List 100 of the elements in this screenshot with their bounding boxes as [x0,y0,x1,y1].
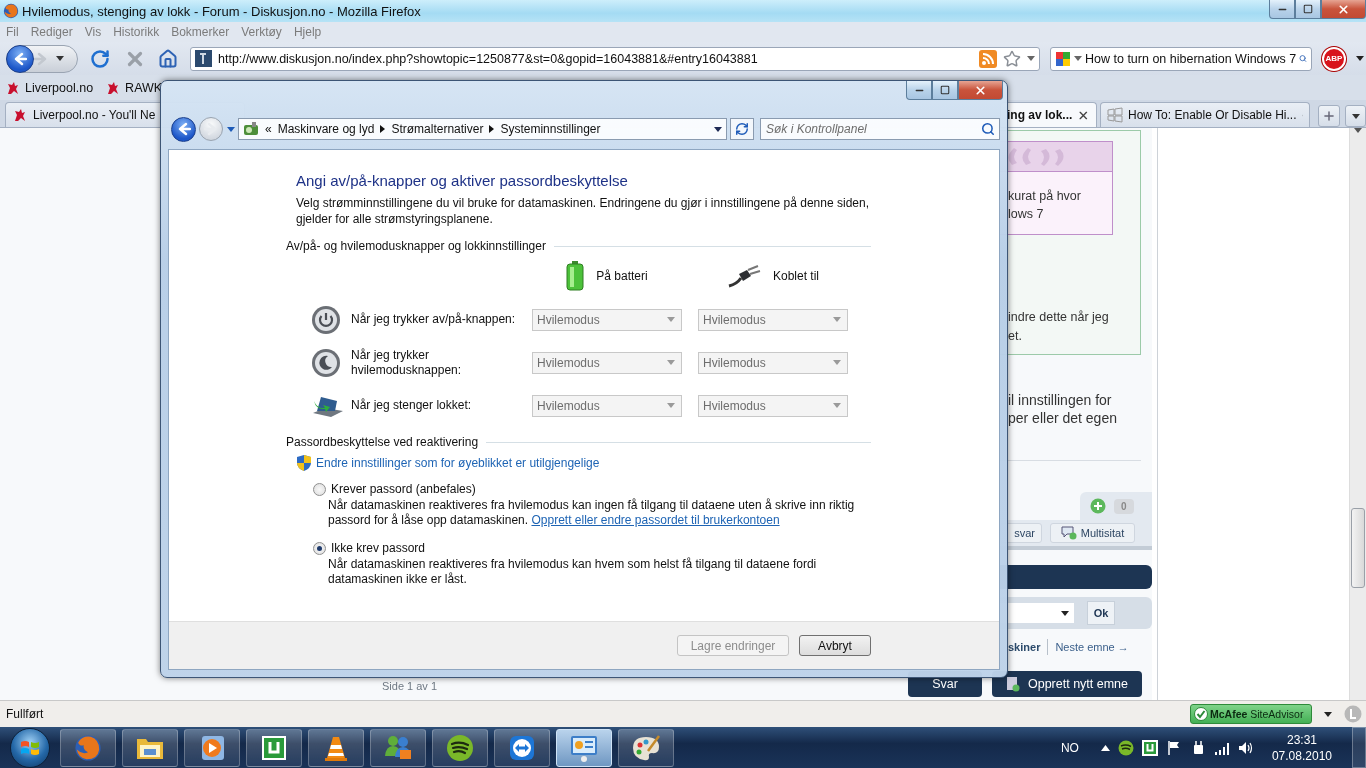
tab-list-button[interactable] [1345,105,1366,127]
menu-item[interactable]: Historikk [113,25,160,39]
back-arrow-icon [13,51,27,66]
document-plus-icon [1005,676,1020,692]
close-button[interactable] [958,81,1003,100]
window-icon [1107,107,1123,123]
browser-tab[interactable]: How To: Enable Or Disable Hi... [1100,102,1310,127]
restore-icon [1303,4,1313,14]
search-engine-icon [1055,50,1071,67]
search-field[interactable]: Søk i Kontrollpanel [760,118,1000,140]
clock[interactable]: 23:31 07.08.2010 [1271,731,1332,764]
caret-icon [833,360,841,365]
menu-item[interactable]: Bokmerker [171,25,230,39]
caret-icon [1074,56,1082,61]
section-heading: Passordbeskyttelse ved reaktivering [286,435,479,449]
new-tab-button[interactable] [1318,105,1340,127]
home-icon [158,48,178,69]
taskbar-button[interactable] [556,728,612,767]
address-field[interactable]: http://www.diskusjon.no/index.php?showtopic=1250877&st=0&gopid=16043881&#entry16043881 [190,46,1040,71]
maximize-button[interactable] [932,81,958,100]
status-text: Fullført [6,707,44,721]
section-heading: Av/på- og hvilemodusknapper og lokkinnstillinger [286,239,546,253]
square-logo-icon[interactable] [1141,739,1158,756]
breadcrumb-item[interactable]: Strømalternativer [391,122,484,136]
ok-button[interactable]: Ok [1087,601,1115,625]
menu-item[interactable]: Fil [6,25,19,39]
power-icon [311,304,341,335]
menu-item[interactable]: Rediger [30,25,73,39]
palette-icon [631,733,661,762]
close-button[interactable] [1321,0,1366,19]
breadcrumb-item[interactable]: Maskinvare og lyd [277,122,375,136]
site-rating-badge[interactable]: McAfee SiteAdvisor [1190,704,1312,724]
minimize-button[interactable] [1269,0,1295,19]
breadcrumb-item[interactable]: Systeminnstillinger [500,122,601,136]
caret-icon [1324,711,1332,717]
page-heading: Angi av/på-knapper og aktiver passordbeskyttelse [295,172,629,189]
radio-button[interactable] [313,541,326,555]
menu-item[interactable]: Verktøy [241,25,282,39]
arrows-icon [508,733,536,762]
setting-label: Når jeg trykker hvilemodusknappen: [351,347,463,378]
globe-icon [74,733,102,762]
multiquote-button[interactable]: Multisitat [1050,523,1135,543]
scrollbar[interactable] [1349,128,1366,700]
vote-count: 0 [1114,498,1134,514]
caret-icon [1356,56,1364,61]
clock-date: 07.08.2010 [1271,747,1332,764]
page-info: Side 1 av 1 [382,680,439,692]
chevron-icon [489,125,495,133]
post-text: et. [1007,328,1023,345]
bookmark-link[interactable]: Liverpool.no [5,79,94,96]
minimize-button[interactable] [906,81,932,100]
back-button[interactable] [6,44,34,73]
reload-button[interactable] [90,48,110,69]
radio-option[interactable]: Ikke krev passord [313,541,871,555]
caret-icon [667,317,675,322]
chevron-up-icon[interactable] [1100,744,1110,751]
waves-icon [446,733,474,762]
settings-link[interactable]: Endre innstillinger som for øyeblikket er utilgjengelige [286,455,871,471]
language-indicator[interactable]: NO [1060,740,1079,755]
ad-block-button[interactable]: ABP [1322,46,1346,71]
maximize-button[interactable] [1295,0,1321,19]
flag-icon[interactable] [1165,739,1182,756]
menu-item[interactable]: Vis [84,25,102,39]
panel-icon [569,733,599,762]
start-button[interactable] [10,727,50,768]
search-field[interactable]: How to turn on hibernation Windows 7 [1050,46,1312,71]
account-password-link[interactable]: Opprett eller endre passordet til brukerkontoen [531,513,780,527]
scroll-thumb[interactable] [1351,508,1365,588]
caret-icon [1027,56,1035,61]
new-topic-button[interactable]: Opprett nytt emne [992,671,1142,697]
option-description: Når datamaskinen reaktiveres fra hvilemodus kan ingen få tilgang til dataene uten å skrive inn riktig passord for å låse opp datamaskinen. Opprett eller endre passordet til brukerkontoen [328,498,856,528]
plug-icon [727,264,761,288]
cancel-button[interactable]: Avbryt [799,635,871,656]
caret-icon [833,317,841,322]
back-button[interactable] [171,116,196,142]
overflow-mark: « [265,122,272,136]
waves-icon[interactable] [1117,739,1134,756]
square-logo-icon [261,734,287,761]
caret-icon [1351,113,1360,119]
circle-icon [1344,705,1362,723]
caret-icon [56,56,64,61]
home-button[interactable] [158,48,178,69]
back-forward-control[interactable] [6,44,78,73]
refresh-button[interactable] [730,118,754,140]
quote-text: lows 7 [1007,206,1045,223]
show-desktop-button[interactable] [1352,727,1366,768]
search-text: How to turn on hibernation Windows 7 [1085,51,1297,66]
bookmark-link[interactable]: RAWK [105,79,163,96]
address-field[interactable]: « Maskinvare og lyd Strømalternativer Systeminnstillinger [238,118,728,140]
caret-icon [667,360,675,365]
moon-icon [311,347,341,378]
next-topic-link[interactable]: Neste emne → [1055,641,1129,653]
star-icon[interactable] [1003,49,1021,68]
plus-icon [1322,109,1336,123]
search-icon [981,122,995,136]
radio-option[interactable]: Krever passord (anbefales) [313,482,871,496]
caret-icon [833,403,841,408]
setting-label: Når jeg trykker av/på-knappen: [351,312,517,327]
radio-button[interactable] [313,482,326,496]
forum-link[interactable]: skiner [1000,641,1041,653]
